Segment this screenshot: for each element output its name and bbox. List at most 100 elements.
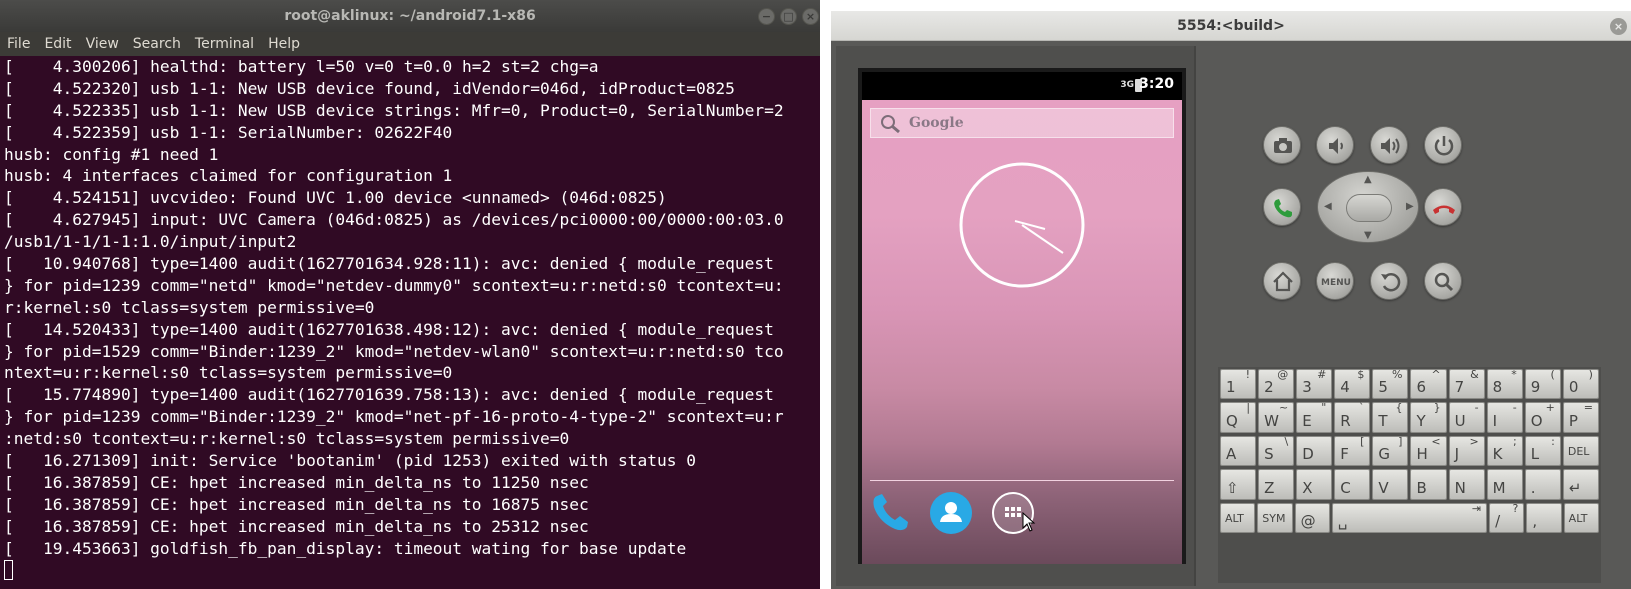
key[interactable]: 9( [1524,368,1561,400]
key[interactable]: ␣ ⇥ [1331,502,1488,533]
dpad[interactable]: ▲ ▼ ◀ ▶ [1317,171,1419,243]
key[interactable]: H < [1410,435,1447,467]
analog-clock-widget[interactable] [957,160,1087,294]
key[interactable]: O + [1524,401,1561,433]
key[interactable]: 0) [1562,368,1599,400]
emulator-close-button[interactable]: × [1610,18,1627,35]
menu-view[interactable]: View [86,36,119,52]
end-call-button[interactable] [1424,188,1462,226]
key-label: K [1492,445,1503,464]
camera-button[interactable] [1263,126,1301,164]
key[interactable]: L: [1524,435,1561,467]
back-button[interactable] [1370,262,1408,300]
key[interactable]: X [1296,469,1333,500]
key[interactable]: R ` [1334,401,1371,433]
key[interactable]: Y} [1410,401,1447,433]
key[interactable]: S \ [1258,435,1295,467]
key[interactable]: W ~ [1258,401,1295,433]
emulator-titlebar[interactable]: 5554:<build> × [831,11,1631,41]
menu-edit[interactable]: Edit [44,36,71,52]
key[interactable]: DEL [1562,435,1599,467]
key[interactable]: 7 & [1448,368,1485,400]
menu-search[interactable]: Search [133,36,181,52]
key-alt-label: $ [1357,368,1365,381]
key[interactable]: . [1524,469,1561,500]
key-alt-label: ~ [1278,401,1289,415]
device-screen[interactable]: 3G 3:20 Google [858,68,1186,564]
key[interactable]: P = [1562,401,1599,433]
menu-help[interactable]: Help [268,36,300,52]
key[interactable]: SYM [1257,502,1293,533]
key[interactable]: 4 $ [1334,368,1371,400]
keyboard-row: 1! 2 @3 #4 $5% 6 ^ 7 & 8 * 9(0) [1220,368,1599,400]
key[interactable]: 6 ^ [1410,368,1447,400]
terminal-line: [ 4.522320] usb 1-1: New USB device foun… [4,78,735,98]
key[interactable]: 5% [1372,368,1409,400]
menu-file[interactable]: File [7,36,30,52]
key-label: O [1530,411,1543,430]
key[interactable]: , [1526,502,1562,533]
key[interactable]: V [1372,469,1409,500]
key[interactable]: /? [1489,502,1525,533]
key[interactable]: C [1334,469,1371,500]
key-label: 9 [1530,378,1541,397]
power-button[interactable] [1424,126,1462,164]
phone-app-icon[interactable] [868,490,914,540]
key-alt-label: @ [1277,368,1289,381]
key-label: 8 [1492,378,1503,397]
emulator-window: 5554:<build> × 3G 3:20 Google ▲ ▼ ◀ ▶ ME… [831,11,1631,589]
home-button[interactable] [1263,262,1301,300]
key[interactable]: U- [1448,401,1485,433]
key-alt-label: # [1317,368,1327,381]
key[interactable]: K; [1486,434,1523,467]
key-alt-label: { [1395,401,1403,415]
key[interactable]: M [1486,469,1523,500]
terminal-titlebar[interactable]: root@aklinux: ~/android7.1-x86 − □ × [0,0,820,32]
contacts-app-icon[interactable] [928,490,974,540]
key[interactable]: ALT [1220,502,1256,533]
key[interactable]: 2 @ [1258,368,1295,400]
terminal-line: [ 4.522335] usb 1-1: New USB device stri… [4,100,784,120]
key[interactable]: 8 * [1486,368,1523,400]
key[interactable]: Q | [1220,401,1257,433]
key-label: H [1416,445,1428,464]
maximize-button[interactable]: □ [780,8,797,25]
key[interactable]: ↵ [1562,469,1599,500]
minimize-button[interactable]: − [758,8,775,25]
emulator-controls: ▲ ▼ ◀ ▶ MENU 1! 2 @3 #4 $5% 6 ^ 7 & 8 * 9(0 [1201,46,1621,586]
key[interactable]: T{ [1372,401,1409,433]
terminal-output[interactable]: [ 4.300206] healthd: battery l=50 v=0 t=… [0,56,820,589]
call-button[interactable] [1263,188,1301,226]
key-alt-label: ( [1550,368,1555,381]
key-alt-label: > [1469,434,1479,448]
close-button[interactable]: × [802,8,819,25]
search-button[interactable] [1424,262,1462,300]
svg-text:MENU: MENU [1321,278,1351,288]
key-alt-label: - [1474,401,1479,415]
dock-divider [870,480,1174,481]
key[interactable]: G] [1372,435,1409,467]
key[interactable]: 3 # [1296,368,1333,400]
key[interactable]: ⇧ [1220,469,1257,500]
volume-down-button[interactable] [1316,126,1354,164]
terminal-line: } for pid=1529 comm="Binder:1239_2" kmod… [4,341,784,361]
home-screen: Google [862,100,1182,564]
key-alt-label: ; [1513,434,1517,448]
key[interactable]: 1! [1220,368,1257,400]
key[interactable]: Z [1258,469,1295,500]
key[interactable]: ALT [1563,502,1599,533]
key[interactable]: E " [1296,401,1333,433]
key[interactable]: @ [1294,502,1330,533]
dpad-center-button[interactable] [1346,194,1392,222]
menu-button[interactable]: MENU [1316,262,1354,300]
volume-up-button[interactable] [1370,126,1408,164]
key[interactable]: A [1220,435,1257,467]
menu-terminal[interactable]: Terminal [195,36,254,52]
key[interactable]: D [1296,435,1333,467]
key[interactable]: J > [1448,434,1485,467]
key[interactable]: I- [1486,401,1523,433]
google-search-bar[interactable]: Google [870,108,1174,138]
key[interactable]: N [1448,469,1485,500]
key[interactable]: F[ [1334,435,1371,467]
key[interactable]: B [1410,469,1447,500]
